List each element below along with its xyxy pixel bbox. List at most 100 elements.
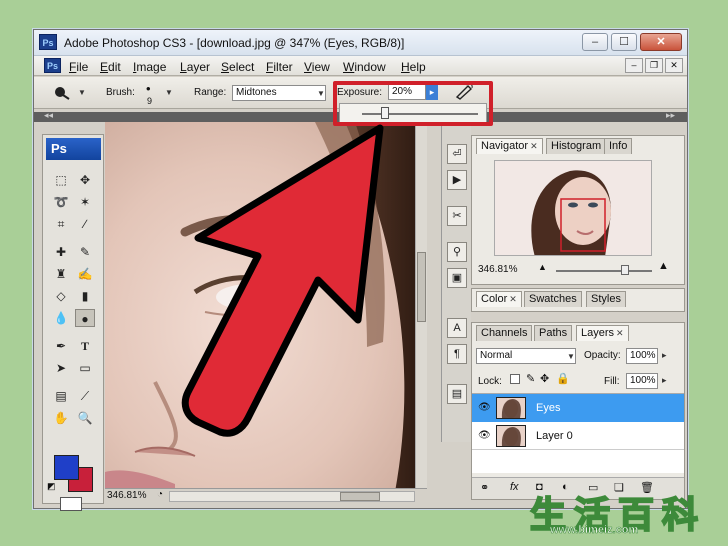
clone-source-panel-icon[interactable]: ▣	[447, 268, 467, 288]
character-panel-icon[interactable]: A	[447, 318, 467, 338]
layer-name[interactable]: Layer 0	[536, 430, 573, 442]
fill-slider-toggle-icon[interactable]: ▸	[662, 375, 667, 386]
layer-visibility-eye-icon[interactable]: 👁	[478, 402, 491, 413]
vertical-scrollbar-thumb[interactable]	[417, 252, 426, 322]
healing-brush-tool-icon[interactable]: ✚	[51, 243, 71, 261]
quick-mask-icon[interactable]	[60, 497, 82, 511]
fill-input[interactable]: 100%	[626, 373, 658, 389]
ps-menu-icon[interactable]: Ps	[44, 58, 61, 73]
layer-comps-panel-icon[interactable]: ▤	[447, 384, 467, 404]
actions-panel-icon[interactable]: ▶	[447, 170, 467, 190]
magic-wand-tool-icon[interactable]: ✶	[75, 193, 95, 211]
navigator-preview[interactable]	[494, 160, 652, 256]
tool-preset-chevron-icon[interactable]: ▼	[78, 88, 86, 97]
horizontal-scrollbar-thumb[interactable]	[340, 492, 380, 501]
maximize-button[interactable]: ☐	[611, 33, 637, 51]
brush-size[interactable]: 9	[147, 96, 152, 106]
layer-visibility-eye-icon[interactable]: 👁	[478, 430, 491, 441]
brush-tool-icon[interactable]: ✎	[75, 243, 95, 261]
marquee-tool-icon[interactable]: ⬚	[51, 171, 71, 189]
doc-minimize-button[interactable]: –	[625, 58, 643, 73]
lock-image-icon[interactable]: ✎	[526, 372, 535, 385]
navigator-zoom-slider[interactable]	[556, 265, 652, 275]
close-button[interactable]: ✕	[640, 33, 682, 51]
tab-swatches[interactable]: Swatches	[524, 291, 582, 307]
lock-all-icon[interactable]: 🔒	[556, 372, 570, 385]
type-tool-icon[interactable]: T	[75, 337, 95, 355]
layer-row-layer-0[interactable]: 👁 Layer 0	[472, 422, 684, 450]
zoom-in-icon[interactable]: ▲	[658, 260, 669, 272]
pen-tool-icon[interactable]: ✒	[51, 337, 71, 355]
doc-restore-button[interactable]: ❐	[645, 58, 663, 73]
crop-tool-icon[interactable]: ⌗	[51, 215, 71, 233]
tab-histogram[interactable]: Histogram	[546, 138, 607, 154]
collapse-left-icon[interactable]: ◂◂	[44, 110, 53, 121]
tab-layers[interactable]: Layers ✕	[576, 325, 629, 341]
hand-tool-icon[interactable]: ✋	[51, 409, 71, 427]
navigator-zoom-slider-thumb[interactable]	[621, 265, 630, 275]
menu-layer[interactable]: Layer	[180, 60, 210, 74]
notes-tool-icon[interactable]: ▤	[51, 387, 71, 405]
zoom-tool-icon[interactable]: 🔍	[75, 409, 95, 427]
tab-paths[interactable]: Paths	[534, 325, 573, 341]
range-select[interactable]: Midtones	[232, 85, 326, 101]
tab-styles[interactable]: Styles	[586, 291, 626, 307]
doc-close-button[interactable]: ✕	[665, 58, 683, 73]
menu-file[interactable]: File	[69, 60, 88, 74]
move-tool-icon[interactable]: ✥	[75, 171, 95, 189]
slice-tool-icon[interactable]: ∕	[75, 215, 95, 233]
zoom-out-icon[interactable]: ▲	[538, 262, 547, 272]
brush-chevron-icon[interactable]: ▼	[165, 88, 173, 97]
tab-color[interactable]: Color ✕	[476, 291, 522, 307]
history-panel-icon[interactable]: ⏎	[447, 144, 467, 164]
menu-view[interactable]: View	[304, 60, 330, 74]
tab-info[interactable]: Info	[604, 138, 633, 154]
menu-help[interactable]: Help	[401, 60, 426, 74]
rectangle-tool-icon[interactable]: ▭	[75, 359, 95, 377]
blend-mode-select[interactable]: Normal	[476, 348, 576, 364]
layer-thumbnail-image	[501, 399, 521, 418]
minimize-button[interactable]: –	[582, 33, 608, 51]
dodge-tool-active-icon[interactable]: ●	[75, 309, 95, 327]
navigator-panel: Navigator ✕ Histogram Info 346.81% ▲ ▲	[471, 135, 685, 285]
vertical-scrollbar[interactable]	[415, 122, 427, 490]
clone-stamp-tool-icon[interactable]: ♜	[51, 265, 71, 283]
tab-channels[interactable]: Channels	[476, 325, 533, 341]
gradient-tool-icon[interactable]: ▮	[75, 287, 95, 305]
lasso-tool-icon[interactable]: ➰	[51, 193, 71, 211]
range-chevron-icon[interactable]: ▼	[317, 89, 325, 98]
default-colors-icon[interactable]: ◩	[47, 481, 56, 492]
lock-position-icon[interactable]: ✥	[540, 372, 549, 385]
window-title: Adobe Photoshop CS3 - [download.jpg @ 34…	[64, 36, 405, 50]
menu-edit[interactable]: Edit	[100, 60, 121, 74]
navigator-zoom[interactable]: 346.81%	[478, 264, 517, 275]
link-layers-icon[interactable]: ⚭	[480, 481, 489, 494]
menu-select[interactable]: Select	[221, 60, 254, 74]
eraser-tool-icon[interactable]: ◇	[51, 287, 71, 305]
opacity-input[interactable]: 100%	[626, 348, 658, 364]
menu-window[interactable]: Window	[343, 60, 386, 74]
layer-row-eyes[interactable]: 👁 Eyes	[472, 394, 684, 422]
tab-navigator[interactable]: Navigator ✕	[476, 138, 543, 154]
menu-image[interactable]: Image	[133, 60, 166, 74]
paragraph-panel-icon[interactable]: ¶	[447, 344, 467, 364]
horizontal-scrollbar[interactable]	[169, 491, 415, 502]
path-selection-tool-icon[interactable]: ➤	[51, 359, 71, 377]
blur-tool-icon[interactable]: 💧	[51, 309, 71, 327]
status-info-icon[interactable]: ◔	[157, 489, 163, 500]
lock-transparent-icon[interactable]	[510, 374, 520, 384]
blend-mode-chevron-icon[interactable]: ▼	[567, 352, 575, 361]
layer-name[interactable]: Eyes	[536, 402, 560, 414]
expand-panels-icon[interactable]: ▸▸	[666, 110, 675, 121]
fx-icon[interactable]: fx	[510, 481, 519, 493]
eyedropper-tool-icon[interactable]: ⟋	[75, 387, 95, 405]
status-bar: 346.81% ◔	[105, 488, 427, 504]
brushes-panel-icon[interactable]: ⚲	[447, 242, 467, 262]
menu-filter[interactable]: Filter	[266, 60, 293, 74]
dodge-tool-icon[interactable]	[54, 86, 70, 100]
status-zoom[interactable]: 346.81%	[107, 490, 146, 501]
opacity-slider-toggle-icon[interactable]: ▸	[662, 350, 667, 361]
foreground-color-swatch[interactable]	[54, 455, 79, 480]
history-brush-tool-icon[interactable]: ✍	[75, 265, 95, 283]
tool-presets-panel-icon[interactable]: ✂	[447, 206, 467, 226]
